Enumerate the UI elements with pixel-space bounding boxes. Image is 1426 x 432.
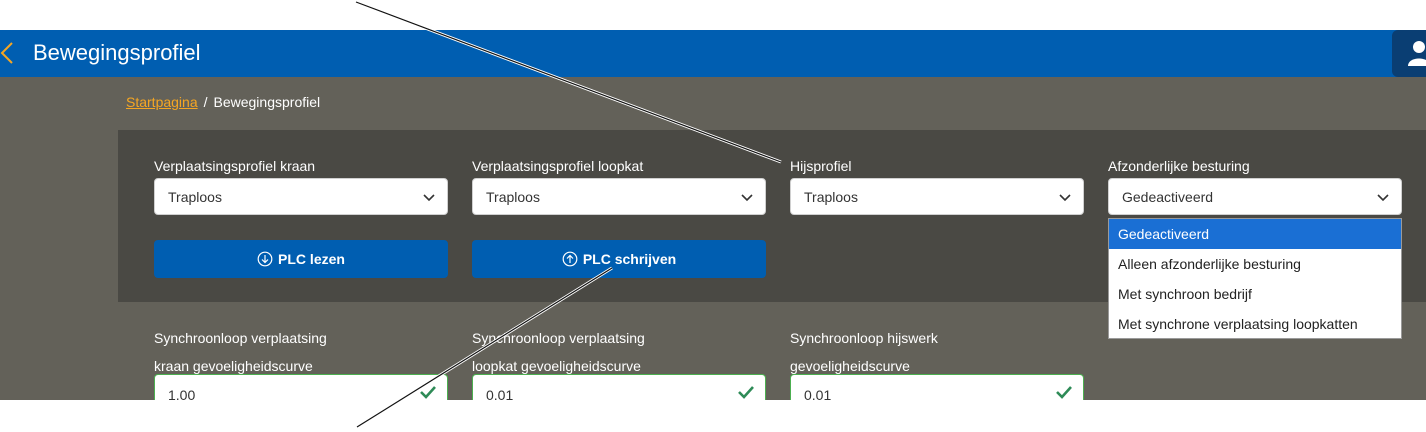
- crane-profile-select[interactable]: Traploos: [154, 178, 448, 215]
- user-button[interactable]: [1392, 30, 1426, 77]
- sync-trolley-label: Synchroonloop verplaatsing loopkat gevoe…: [472, 324, 645, 380]
- breadcrumb: Startpagina / Bewegingsprofiel: [126, 93, 320, 111]
- sync-trolley-input[interactable]: [473, 375, 723, 400]
- sync-crane-label-line1: Synchroonloop verplaatsing: [154, 330, 327, 346]
- trolley-profile-value: Traploos: [486, 189, 540, 205]
- arrow-down-circle-icon: [257, 251, 273, 267]
- separate-control-value: Gedeactiveerd: [1122, 189, 1214, 205]
- crane-profile-value: Traploos: [168, 189, 222, 205]
- sync-trolley-input-wrap: [472, 374, 766, 400]
- sync-trolley-label-line1: Synchroonloop verplaatsing: [472, 330, 645, 346]
- breadcrumb-home-link[interactable]: Startpagina: [126, 94, 198, 110]
- chevron-left-icon: [0, 42, 13, 64]
- sync-crane-input-wrap: [154, 374, 448, 400]
- plc-write-label: PLC schrijven: [582, 251, 677, 267]
- plc-read-button[interactable]: PLC lezen: [154, 240, 448, 278]
- label-crane-profile: Verplaatsingsprofiel kraan: [154, 158, 316, 174]
- separate-control-dropdown: Gedeactiveerd Alleen afzonderlijke bestu…: [1108, 218, 1402, 339]
- breadcrumb-current: Bewegingsprofiel: [213, 94, 321, 110]
- sync-hoist-input-wrap: [790, 374, 1084, 400]
- hoist-profile-select[interactable]: Traploos: [790, 178, 1084, 215]
- trolley-profile-select[interactable]: Traploos: [472, 178, 766, 215]
- top-bar: Bewegingsprofiel: [0, 30, 1426, 77]
- sync-crane-label: Synchroonloop verplaatsing kraan gevoeli…: [154, 324, 327, 380]
- arrow-up-circle-icon: [562, 251, 578, 267]
- label-hoist-profile: Hijsprofiel: [790, 158, 852, 174]
- page-title: Bewegingsprofiel: [33, 40, 201, 65]
- sync-crane-input[interactable]: [155, 375, 405, 400]
- dropdown-option[interactable]: Alleen afzonderlijke besturing: [1109, 249, 1401, 279]
- label-separate-control: Afzonderlijke besturing: [1108, 158, 1250, 174]
- chevron-down-icon: [741, 194, 753, 202]
- dropdown-option[interactable]: Met synchrone verplaatsing loopkatten: [1109, 309, 1401, 339]
- sync-hoist-input[interactable]: [791, 375, 1041, 400]
- main-content: Startpagina / Bewegingsprofiel Verplaatsin…: [0, 77, 1426, 400]
- user-icon: [1408, 41, 1426, 66]
- hoist-profile-value: Traploos: [804, 189, 858, 205]
- sync-hoist-label: Synchroonloop hijswerk gevoeligheidscurv…: [790, 324, 938, 380]
- back-button[interactable]: [0, 38, 18, 68]
- plc-write-button[interactable]: PLC schrijven: [472, 240, 766, 278]
- breadcrumb-separator: /: [203, 94, 208, 110]
- plc-read-label: PLC lezen: [278, 251, 345, 267]
- separate-control-select[interactable]: Gedeactiveerd: [1108, 178, 1402, 215]
- chevron-down-icon: [1059, 194, 1071, 202]
- dropdown-option[interactable]: Met synchroon bedrijf: [1109, 279, 1401, 309]
- chevron-down-icon: [423, 194, 435, 202]
- sync-hoist-label-line1: Synchroonloop hijswerk: [790, 330, 938, 346]
- chevron-down-icon: [1377, 194, 1389, 202]
- check-icon: [420, 386, 436, 399]
- check-icon: [1056, 386, 1072, 399]
- check-icon: [738, 386, 754, 399]
- label-trolley-profile: Verplaatsingsprofiel loopkat: [472, 158, 644, 174]
- dropdown-option[interactable]: Gedeactiveerd: [1109, 219, 1401, 249]
